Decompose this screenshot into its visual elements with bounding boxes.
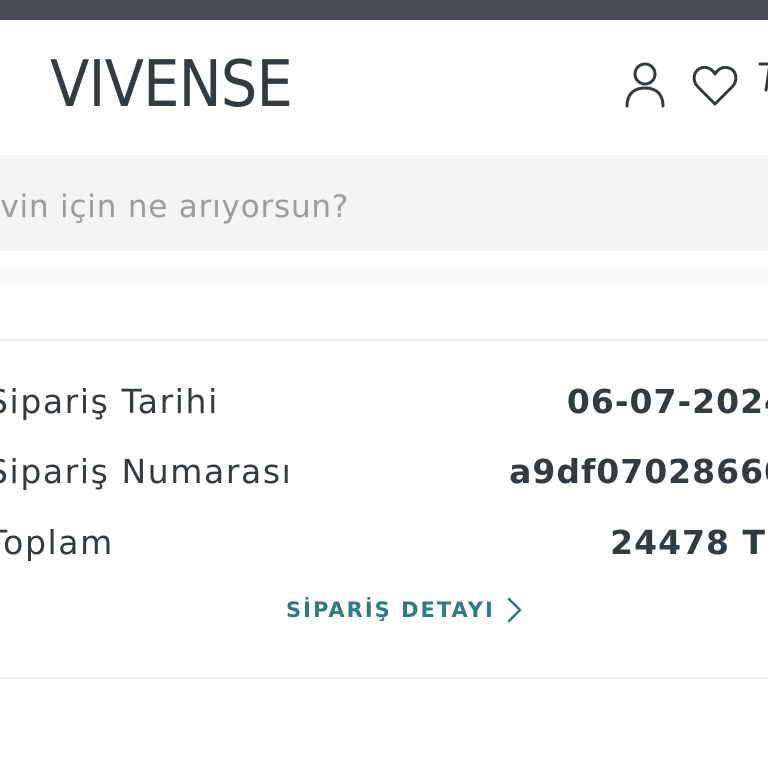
user-icon[interactable]: [620, 60, 670, 110]
cart-icon[interactable]: [756, 60, 768, 110]
divider: [0, 262, 768, 292]
status-bar: [0, 0, 768, 20]
site-header: VIVENSE: [0, 20, 768, 155]
order-detail-label: SİPARİŞ DETAYI: [286, 598, 495, 622]
search-input[interactable]: [0, 176, 682, 238]
order-number-value: a9df07028660: [509, 452, 768, 491]
order-total-label: Toplam: [0, 523, 114, 562]
heart-icon[interactable]: [690, 60, 740, 110]
chevron-right-icon: [507, 597, 522, 623]
order-date-value: 06-07-2024: [566, 382, 768, 421]
order-total-value: 24478 TL: [610, 523, 768, 562]
order-date-label: Sipariş Tarihi: [0, 382, 219, 421]
order-number-label: Sipariş Numarası: [0, 452, 293, 491]
vivense-logo[interactable]: VIVENSE: [50, 50, 293, 120]
order-detail-link[interactable]: SİPARİŞ DETAYI: [286, 593, 525, 627]
